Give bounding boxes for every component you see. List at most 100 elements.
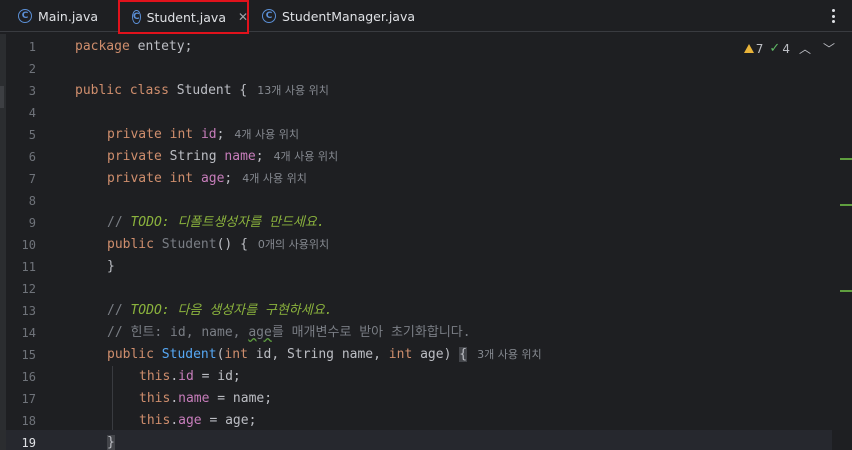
keyword: this [139,413,171,428]
warnings-count[interactable]: 7 [743,41,764,56]
keyword: public [107,237,154,252]
code-line-17: this.name = name; [139,388,272,410]
line-number: 17 [21,392,36,406]
java-class-icon: C [132,10,141,24]
typo-squiggle: age [248,325,272,340]
code-line-1: package entety; [75,36,192,58]
code-line-13: // TODO: 다음 생성자를 구현하세요. [107,300,333,322]
code-text: = age; [201,413,257,428]
warnings-number: 7 [755,41,764,56]
tab-main-java[interactable]: C Main.java [18,0,98,32]
code-line-10: public Student() {0개의 사용위치 [107,234,329,256]
keyword: int [169,127,194,142]
line-number: 13 [21,304,36,318]
code-text: ; [255,149,264,164]
weak-warnings-count[interactable]: ✓ 4 [769,41,790,56]
code-text: ; [216,127,225,142]
more-options-icon[interactable] [826,6,840,26]
line-number: 8 [28,194,36,208]
line-number: 16 [21,370,36,384]
keyword: int [224,347,248,362]
line-number: 6 [28,150,36,164]
code-line-3: public class Student {13개 사용 위치 [75,80,329,102]
line-number: 3 [28,84,36,98]
tab-label: StudentManager.java [282,8,416,24]
indent-guide [112,366,113,430]
tab-student-java[interactable]: C Student.java ✕ [118,0,249,34]
change-marker[interactable] [840,204,852,206]
code-text: id, String name, [247,347,389,362]
current-line-highlight [6,430,832,450]
code-text: . [170,413,179,428]
line-number: 12 [21,282,36,296]
code-text: Student { [168,83,248,98]
todo-comment: TODO: 다음 생성자를 구현하세요. [130,303,333,318]
constructor-name: Student [161,347,217,362]
usage-hint[interactable]: 4개 사용 위치 [274,150,339,163]
code-line-9: // TODO: 디폴트생성자를 만드세요. [107,212,325,234]
code-text: . [170,391,179,406]
code-line-7: private int age; 4개 사용 위치 [107,168,307,190]
usage-hint[interactable]: 3개 사용 위치 [477,348,542,361]
code-line-16: this.id = id; [139,366,241,388]
line-number: 5 [28,128,36,142]
field-name: id [178,369,194,384]
code-text: = id; [193,369,241,384]
usage-hint[interactable]: 4개 사용 위치 [242,172,307,185]
editor-tab-bar: C Main.java C Student.java ✕ C StudentMa… [0,0,852,34]
line-number-gutter: 1 2 3 4 5 6 7 8 9 10 11 12 13 14 15 16 1… [6,34,66,450]
keyword: private [107,171,162,186]
comment: 를 매개변수로 받아 초기화합니다. [271,325,471,340]
code-text: () { [216,237,248,252]
code-line-11: } [107,259,115,274]
field-name: name [224,149,256,164]
keyword: private [107,127,162,142]
java-class-icon: C [262,9,276,23]
comment: // 힌트: id, name, [107,325,249,340]
matched-brace: { [459,347,468,362]
tab-studentmanager-java[interactable]: C StudentManager.java [262,0,415,32]
keyword: this [139,369,171,384]
field-name: name [178,391,210,406]
todo-comment: TODO: 디폴트생성자를 만드세요. [130,215,325,230]
tab-label: Main.java [38,8,99,24]
line-number: 15 [21,348,36,362]
code-line-15: public Student(int id, String name, int … [107,344,542,366]
code-text: = name; [209,391,273,406]
field-name: age [178,413,202,428]
line-number: 1 [28,40,36,54]
comment: // [107,215,131,230]
chevron-down-icon[interactable]: ﹀ [820,40,838,57]
inspection-widget[interactable]: 7 ✓ 4 ︿ ﹀ [743,40,838,57]
line-number: 10 [21,238,36,252]
line-number: 9 [28,216,36,230]
field-name: id [200,127,217,142]
code-editor[interactable]: 1 2 3 4 5 6 7 8 9 10 11 12 13 14 15 16 1… [0,34,852,450]
matched-brace: } [107,435,115,450]
keyword: public [107,347,154,362]
code-line-6: private String name; 4개 사용 위치 [107,146,338,168]
chevron-up-icon[interactable]: ︿ [796,40,814,57]
code-line-19: } [107,432,115,450]
code-text: String [161,149,225,164]
code-line-5: private int id; 4개 사용 위치 [107,124,299,146]
keyword: int [388,347,413,362]
change-marker[interactable] [840,158,852,160]
usage-hint[interactable]: 13개 사용 위치 [257,84,329,97]
code-text: ; [224,171,233,186]
usage-hint[interactable]: 0개의 사용위치 [258,238,329,251]
tab-label: Student.java [146,9,226,25]
line-number-current: 19 [21,436,36,450]
comment: // [107,303,131,318]
java-main-class-icon: C [18,9,32,23]
line-number: 18 [21,414,36,428]
strip-marker [0,86,4,108]
keyword: this [139,391,171,406]
line-number: 2 [28,62,36,76]
code-line-18: this.age = age; [139,410,256,432]
line-number: 4 [28,106,36,120]
change-marker[interactable] [840,290,852,292]
usage-hint[interactable]: 4개 사용 위치 [234,128,299,141]
close-icon[interactable]: ✕ [238,10,248,24]
keyword: package [75,39,130,54]
